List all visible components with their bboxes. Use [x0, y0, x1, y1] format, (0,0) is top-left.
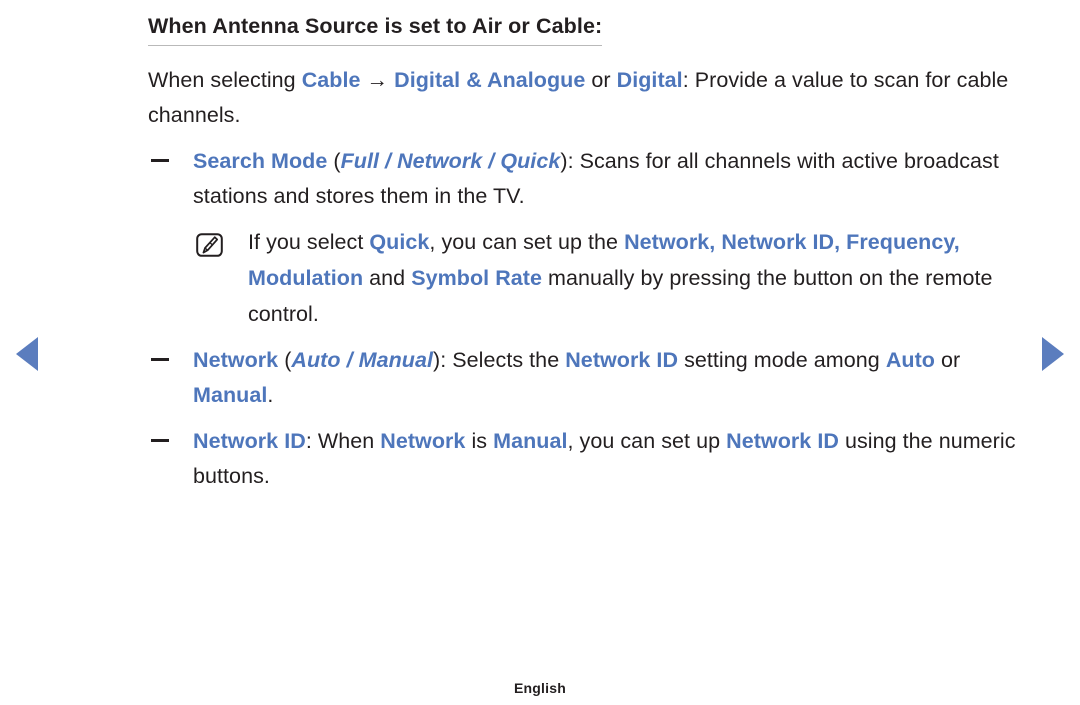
note-text-b: , you can set up the: [429, 229, 625, 254]
previous-page-arrow-icon[interactable]: [16, 337, 38, 371]
options-search-mode: Full / Network / Quick: [340, 148, 561, 173]
term-search-mode: Search Mode: [193, 148, 328, 173]
term-network-id: Network ID: [565, 347, 679, 372]
term-auto: Auto: [885, 347, 935, 372]
bullet-network-id-body-b: is: [465, 428, 494, 453]
term-manual: Manual: [493, 428, 568, 453]
bullet-network-id-body-c: , you can set up: [567, 428, 727, 453]
bullet-network: Network (Auto / Manual): Selects the Net…: [148, 343, 1038, 413]
term-manual: Manual: [193, 382, 268, 407]
term-symbol-rate: Symbol Rate: [411, 265, 542, 290]
term-network: Network: [193, 347, 279, 372]
intro-text-a: When selecting: [148, 67, 302, 92]
arrow-separator-icon: →: [360, 67, 395, 92]
paren-open: (: [278, 347, 292, 372]
bullet-network-body-mid: or: [934, 347, 961, 372]
bullet-network-body-b: setting mode among: [678, 347, 886, 372]
term-digital-analogue: Digital & Analogue: [394, 67, 586, 92]
note-pencil-icon: [196, 232, 223, 257]
intro-paragraph: When selecting Cable → Digital & Analogu…: [148, 63, 1038, 133]
term-network: Network: [380, 428, 466, 453]
dash-bullet-icon: [151, 357, 169, 361]
bullet-search-mode: Search Mode (Full / Network / Quick): Sc…: [148, 144, 1038, 214]
next-page-arrow-icon[interactable]: [1042, 337, 1064, 371]
manual-page: When Antenna Source is set to Air or Cab…: [0, 0, 1080, 705]
term-digital: Digital: [616, 67, 683, 92]
term-cable: Cable: [301, 67, 361, 92]
intro-text-b: or: [585, 67, 617, 92]
bullet-network-id: Network ID: When Network is Manual, you …: [148, 424, 1038, 494]
note-text-a: If you select: [248, 229, 370, 254]
note-block: If you select Quick, you can set up the …: [148, 224, 1038, 332]
term-network-id: Network ID: [193, 428, 306, 453]
footer-language-label: English: [514, 680, 566, 696]
paren-close: ): [560, 148, 568, 173]
bullet-network-body-a: : Selects the: [440, 347, 566, 372]
note-text-c: and: [363, 265, 412, 290]
paren-open: (: [327, 148, 341, 173]
term-network-id-2: Network ID: [726, 428, 839, 453]
bullet-network-body-end: .: [267, 382, 274, 407]
dash-bullet-icon: [151, 438, 169, 442]
page-title: When Antenna Source is set to Air or Cab…: [148, 14, 603, 46]
dash-bullet-icon: [151, 158, 169, 162]
content-column: When Antenna Source is set to Air or Cab…: [148, 14, 1038, 494]
options-network: Auto / Manual: [291, 347, 434, 372]
bullet-network-id-body-a: : When: [305, 428, 381, 453]
term-quick: Quick: [369, 229, 430, 254]
